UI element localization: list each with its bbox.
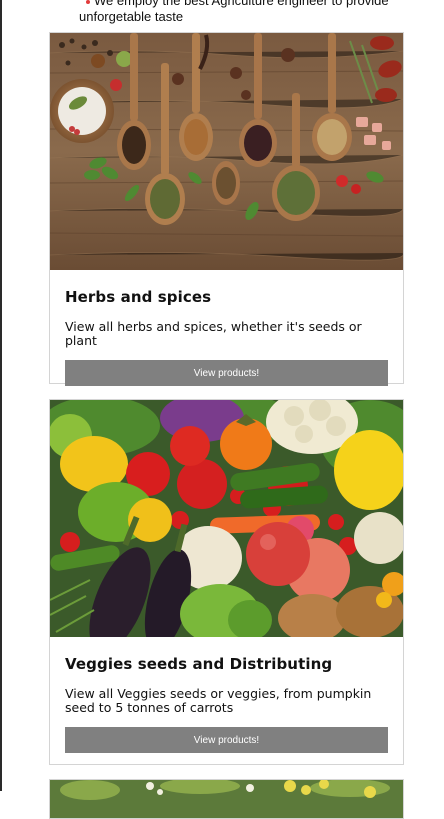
flowers-image [50,780,403,818]
view-products-button[interactable]: View products! [65,360,388,386]
vegetables-image [50,400,403,637]
intro-text: We employ the best Agriculture engineer … [79,0,419,25]
bullet-icon [86,0,90,4]
herbs-and-spices-image [50,33,403,270]
view-products-button[interactable]: View products! [65,727,388,753]
product-card-veggies: Veggies seeds and Distributing View all … [49,399,404,765]
flowers-photo [50,780,403,818]
vegetables-photo [50,400,403,637]
card-title: Herbs and spices [65,288,212,306]
card-description: View all Veggies seeds or veggies, from … [65,686,372,715]
card-description: View all herbs and spices, whether it's … [65,319,362,348]
product-card-herbs: Herbs and spices View all herbs and spic… [49,32,404,386]
card-title: Veggies seeds and Distributing [65,655,333,673]
product-card-flowers [49,779,404,819]
page-left-border [0,0,2,791]
herbs-and-spices-photo [50,33,403,270]
intro-line-2: unforgetable taste [79,9,184,24]
intro-line-1: We employ the best Agriculture engineer … [94,0,389,8]
